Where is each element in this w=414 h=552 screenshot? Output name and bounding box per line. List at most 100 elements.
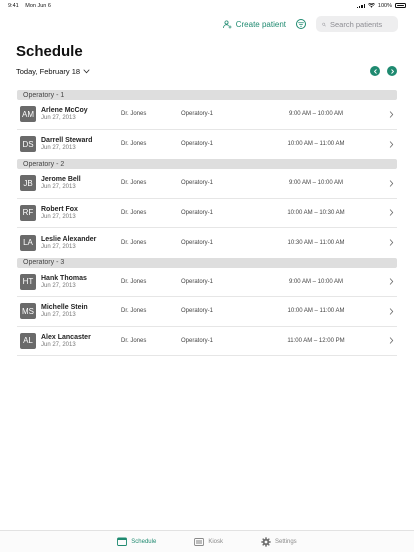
wifi-icon bbox=[367, 3, 375, 8]
group-header: Operatory - 2 bbox=[17, 159, 397, 169]
next-day-button[interactable] bbox=[387, 66, 397, 76]
patient-info: Hank Thomas Jun 27, 2013 bbox=[41, 274, 121, 290]
doctor-name: Dr. Jones bbox=[121, 180, 147, 187]
patient-date: Jun 27, 2013 bbox=[41, 312, 76, 319]
patient-date: Jun 27, 2013 bbox=[41, 184, 76, 191]
patient-name: Leslie Alexander bbox=[41, 235, 97, 243]
kiosk-icon bbox=[194, 537, 205, 546]
patient-name: Robert Fox bbox=[41, 205, 78, 213]
patient-name: Michelle Stein bbox=[41, 304, 88, 312]
top-actions: Create patient bbox=[222, 16, 398, 32]
patient-info: Alex Lancaster Jun 27, 2013 bbox=[41, 333, 121, 349]
chevron-down-icon bbox=[83, 69, 90, 74]
battery-percent: 100% bbox=[377, 2, 392, 9]
create-patient-label: Create patient bbox=[235, 19, 286, 29]
avatar: AM bbox=[20, 106, 36, 123]
tab-label: Schedule bbox=[131, 538, 157, 545]
doctor-name: Dr. Jones bbox=[121, 278, 147, 285]
appointment-time: 10:00 AM – 11:00 AM bbox=[287, 141, 345, 148]
doctor-name: Dr. Jones bbox=[121, 308, 147, 315]
patient-date: Jun 27, 2013 bbox=[41, 115, 76, 122]
doctor-name: Dr. Jones bbox=[121, 141, 147, 148]
appointment-time: 9:00 AM – 10:00 AM bbox=[288, 180, 344, 187]
appointment-time: 10:30 AM – 11:00 AM bbox=[287, 239, 345, 246]
avatar: JB bbox=[20, 175, 36, 192]
previous-day-button[interactable] bbox=[370, 66, 380, 76]
add-user-icon bbox=[222, 19, 232, 28]
appointment-time: 10:00 AM – 11:00 AM bbox=[287, 308, 345, 315]
patient-info: Darrell Steward Jun 27, 2013 bbox=[41, 136, 121, 152]
chevron-right-icon bbox=[390, 68, 394, 74]
chevron-right-icon bbox=[389, 239, 394, 246]
avatar: DS bbox=[20, 136, 36, 153]
appointment-row[interactable]: DS Darrell Steward Jun 27, 2013 Dr. Jone… bbox=[17, 130, 397, 160]
appointment-row[interactable]: AL Alex Lancaster Jun 27, 2013 Dr. Jones… bbox=[17, 327, 397, 356]
appointment-time: 9:00 AM – 10:00 AM bbox=[288, 111, 344, 118]
appointment-time: 9:00 AM – 10:00 AM bbox=[288, 278, 344, 285]
patient-date: Jun 27, 2013 bbox=[41, 145, 76, 152]
chevron-right-icon bbox=[389, 278, 394, 285]
create-patient-button[interactable]: Create patient bbox=[222, 19, 286, 29]
chevron-right-icon bbox=[389, 111, 394, 118]
appointment-row[interactable]: HT Hank Thomas Jun 27, 2013 Dr. Jones Op… bbox=[17, 268, 397, 297]
doctor-name: Dr. Jones bbox=[121, 111, 147, 118]
status-time: 9:41 bbox=[8, 2, 19, 9]
calendar-icon bbox=[117, 537, 128, 546]
patient-date: Jun 27, 2013 bbox=[41, 243, 76, 250]
appointment-row[interactable]: LA Leslie Alexander Jun 27, 2013 Dr. Jon… bbox=[17, 228, 397, 258]
search-box[interactable] bbox=[316, 16, 398, 32]
appointment-time: 10:00 AM – 10:30 AM bbox=[287, 209, 345, 216]
chevron-left-icon bbox=[373, 68, 377, 74]
tab-bar: Schedule Kiosk Settings bbox=[0, 530, 414, 552]
appointment-time: 11:00 AM – 12:00 PM bbox=[287, 337, 345, 344]
appointment-row[interactable]: AM Arlene McCoy Jun 27, 2013 Dr. Jones O… bbox=[17, 100, 397, 130]
group-header: Operatory - 1 bbox=[17, 90, 397, 100]
patient-date: Jun 27, 2013 bbox=[41, 282, 76, 289]
patient-info: Michelle Stein Jun 27, 2013 bbox=[41, 303, 121, 319]
group-header: Operatory - 3 bbox=[17, 257, 397, 268]
patient-info: Jerome Bell Jun 27, 2013 bbox=[41, 175, 121, 191]
filter-button[interactable] bbox=[296, 19, 306, 29]
patient-info: Leslie Alexander Jun 27, 2013 bbox=[41, 235, 121, 251]
date-label: Today, February 18 bbox=[16, 67, 81, 76]
chevron-right-icon bbox=[389, 209, 394, 216]
patient-name: Jerome Bell bbox=[41, 176, 81, 184]
tab-label: Settings bbox=[275, 538, 297, 545]
doctor-name: Dr. Jones bbox=[121, 209, 147, 216]
search-input[interactable] bbox=[330, 19, 392, 29]
patient-name: Darrell Steward bbox=[41, 137, 93, 145]
operatory-name: Operatory-1 bbox=[181, 141, 214, 148]
page-title: Schedule bbox=[16, 43, 83, 60]
tab-settings[interactable]: Settings bbox=[261, 536, 297, 547]
patient-info: Robert Fox Jun 27, 2013 bbox=[41, 205, 121, 221]
cellular-signal-icon bbox=[356, 3, 365, 8]
avatar: MS bbox=[20, 303, 36, 320]
avatar: LA bbox=[20, 234, 36, 251]
patient-name: Arlene McCoy bbox=[41, 107, 88, 115]
patient-date: Jun 27, 2013 bbox=[41, 213, 76, 220]
operatory-name: Operatory-1 bbox=[181, 239, 214, 246]
appointment-row[interactable]: MS Michelle Stein Jun 27, 2013 Dr. Jones… bbox=[17, 297, 397, 327]
chevron-right-icon bbox=[389, 337, 394, 344]
doctor-name: Dr. Jones bbox=[121, 239, 147, 246]
tab-schedule[interactable]: Schedule bbox=[117, 537, 156, 546]
appointment-row[interactable]: JB Jerome Bell Jun 27, 2013 Dr. Jones Op… bbox=[17, 169, 397, 199]
appointment-row[interactable]: RF Robert Fox Jun 27, 2013 Dr. Jones Ope… bbox=[17, 199, 397, 228]
date-picker[interactable]: Today, February 18 bbox=[16, 67, 90, 76]
operatory-name: Operatory-1 bbox=[181, 278, 214, 285]
chevron-right-icon bbox=[389, 308, 394, 315]
status-right: 100% bbox=[356, 2, 406, 9]
doctor-name: Dr. Jones bbox=[121, 337, 147, 344]
day-navigation bbox=[370, 66, 397, 76]
status-left: 9:41 Mon Jun 6 bbox=[8, 3, 56, 9]
chevron-right-icon bbox=[389, 180, 394, 187]
avatar: HT bbox=[20, 273, 36, 290]
gear-icon bbox=[261, 536, 271, 547]
chevron-right-icon bbox=[389, 141, 394, 148]
operatory-name: Operatory-1 bbox=[181, 209, 214, 216]
avatar: RF bbox=[20, 204, 36, 221]
tab-kiosk[interactable]: Kiosk bbox=[194, 537, 223, 546]
status-date: Mon Jun 6 bbox=[25, 2, 51, 9]
filter-icon bbox=[298, 21, 304, 27]
operatory-name: Operatory-1 bbox=[181, 337, 214, 344]
